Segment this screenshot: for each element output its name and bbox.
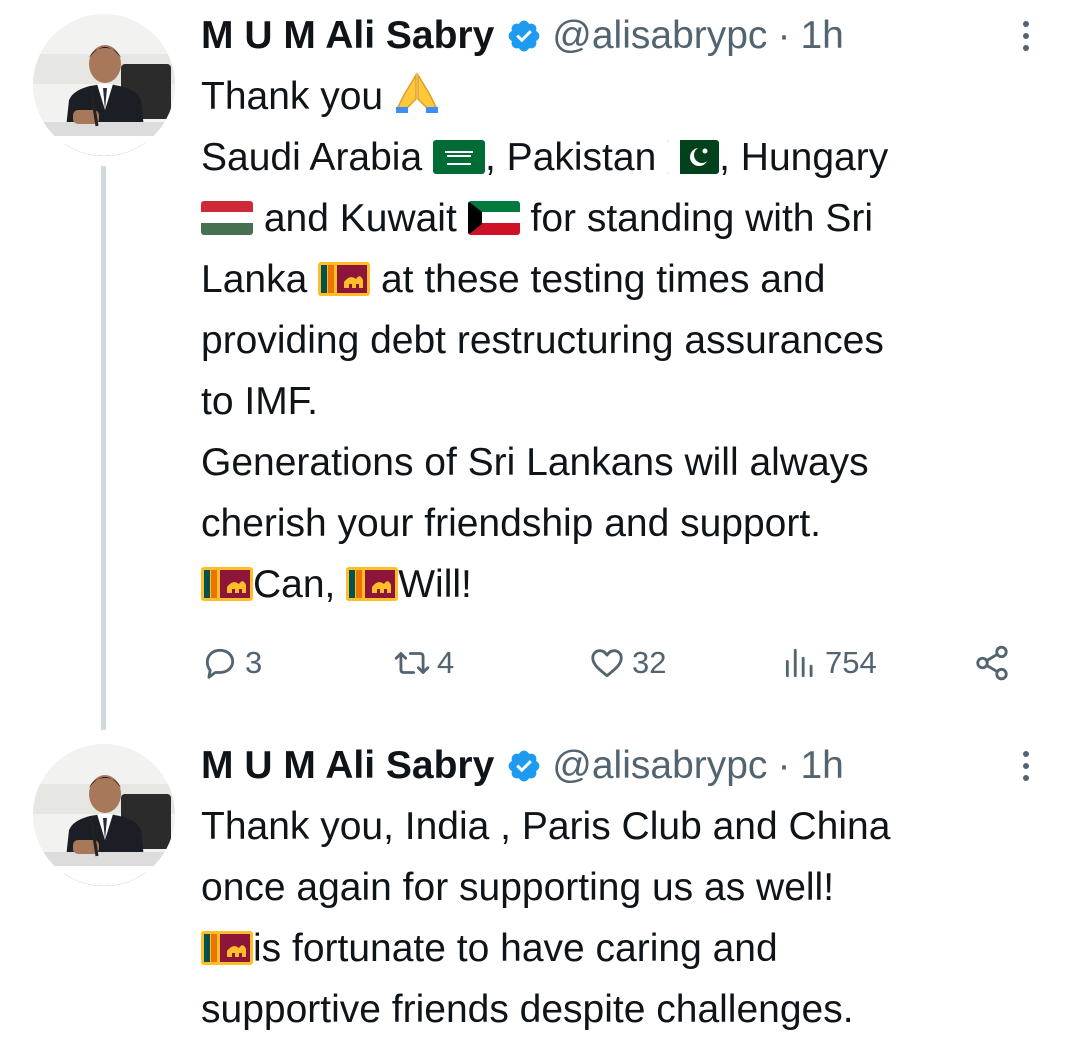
timestamp[interactable]: 1h <box>800 14 843 58</box>
more-icon[interactable] <box>1014 748 1038 784</box>
folded-hands-emoji <box>395 72 438 113</box>
text-line: supportive friends despite challenges. <box>201 988 854 1031</box>
thread-connector-line <box>101 166 106 730</box>
tweet-text: Thank you Saudi Arabia , Pakistan , Hung… <box>201 66 1061 615</box>
separator-dot: · <box>777 14 791 57</box>
retweet-count: 4 <box>437 645 455 680</box>
views-count: 754 <box>825 645 877 680</box>
text-segment: Can, <box>253 563 336 606</box>
text-segment: , Pakistan <box>485 136 657 179</box>
reply-icon <box>205 648 235 679</box>
more-icon[interactable] <box>1014 18 1038 54</box>
text-line: cherish your friendship and support. <box>201 502 822 545</box>
text-segment: is fortunate to have caring and <box>253 927 778 970</box>
text-segment: at these testing times and <box>380 258 826 301</box>
avatar[interactable] <box>33 14 175 156</box>
flag-sri-lanka <box>201 567 253 601</box>
like-icon <box>591 649 623 678</box>
flag-pakistan <box>667 140 720 174</box>
profile-photo <box>33 744 175 886</box>
like-button[interactable]: 32 <box>588 638 666 688</box>
share-button[interactable] <box>973 638 1017 688</box>
text-line: providing debt restructuring assurances <box>201 319 884 362</box>
views-button[interactable]: 754 <box>781 638 877 688</box>
retweet-button[interactable]: 4 <box>393 638 454 688</box>
flag-sri-lanka <box>318 262 370 296</box>
views-icon <box>785 648 813 678</box>
flag-sri-lanka <box>201 931 253 965</box>
text-line: once again for supporting us as well! <box>201 866 835 909</box>
profile-photo <box>33 14 175 156</box>
tweet-1[interactable]: M U M Ali Sabry @alisabrypc · 1h Thank y… <box>0 0 1080 730</box>
text-segment: for standing with Sri <box>530 197 874 240</box>
flag-sri-lanka <box>346 567 398 601</box>
text-segment: Will! <box>398 563 472 606</box>
action-bar: 3 4 32 754 <box>201 638 1031 688</box>
flag-hungary <box>201 201 253 235</box>
text-line: Thank you <box>201 75 384 118</box>
timestamp[interactable]: 1h <box>800 744 843 788</box>
reply-button[interactable]: 3 <box>201 638 262 688</box>
author-name[interactable]: M U M Ali Sabry <box>201 14 494 58</box>
text-segment: Lanka <box>201 258 308 301</box>
text-line: Generations of Sri Lankans will always <box>201 441 869 484</box>
tweet-2[interactable]: M U M Ali Sabry @alisabrypc · 1h Thank y… <box>0 730 1080 1035</box>
text-segment: , Hungary <box>719 136 889 179</box>
text-segment: Saudi Arabia <box>201 136 423 179</box>
text-segment: and Kuwait <box>263 197 457 240</box>
flag-saudi-arabia <box>433 140 486 174</box>
tweet-header: M U M Ali Sabry @alisabrypc · 1h <box>201 742 844 790</box>
flag-kuwait <box>467 201 520 235</box>
author-name[interactable]: M U M Ali Sabry <box>201 744 494 788</box>
author-handle[interactable]: @alisabrypc <box>552 744 767 788</box>
like-count: 32 <box>632 645 667 680</box>
separator-dot: · <box>777 744 791 787</box>
author-handle[interactable]: @alisabrypc <box>552 14 767 58</box>
text-line: to IMF. <box>201 380 319 423</box>
reply-count: 3 <box>245 645 263 680</box>
tweet-header: M U M Ali Sabry @alisabrypc · 1h <box>201 12 844 60</box>
text-line: Thank you, India , Paris Club and China <box>201 805 891 848</box>
retweet-icon <box>394 652 430 674</box>
tweet-text: Thank you, India , Paris Club and China … <box>201 796 1061 1040</box>
verified-badge-icon <box>506 748 542 784</box>
verified-badge-icon <box>506 18 542 54</box>
avatar[interactable] <box>33 744 175 886</box>
share-icon <box>976 645 1008 681</box>
